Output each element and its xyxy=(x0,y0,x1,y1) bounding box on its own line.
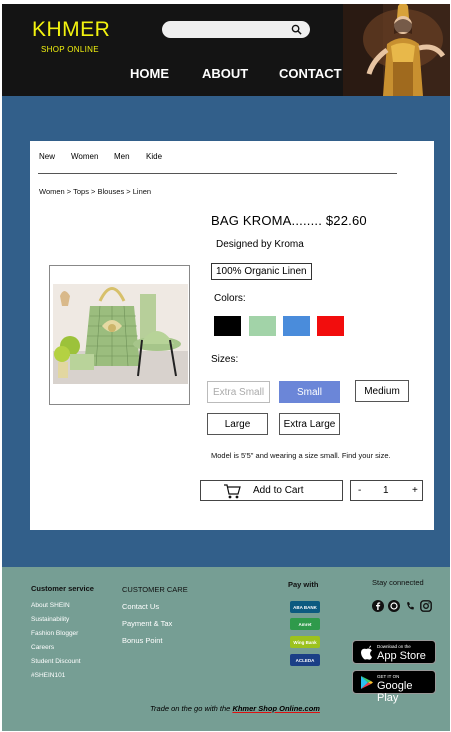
site-logo-subtitle: SHOP ONLINE xyxy=(41,45,99,54)
tabs-divider xyxy=(38,173,397,174)
size-extra-large-button[interactable]: Extra Large xyxy=(279,413,340,435)
sizes-label: Sizes: xyxy=(211,354,239,365)
footer-link-payment-tax[interactable]: Payment & Tax xyxy=(122,619,172,628)
footer-link-sustainability[interactable]: Sustainability xyxy=(31,616,69,623)
breadcrumb[interactable]: Women > Tops > Blouses > Linen xyxy=(39,187,151,196)
site-logo[interactable]: KHMER xyxy=(32,18,110,42)
nav-contact[interactable]: CONTACT xyxy=(279,66,342,81)
footer-link-shein101[interactable]: #SHEIN101 xyxy=(31,672,65,679)
footer-tagline: Trade on the go with the Khmer Shop Onli… xyxy=(150,704,320,713)
google-play-small-text: GET IT ON xyxy=(377,674,400,679)
google-play-button[interactable]: GET IT ON Google Play xyxy=(352,670,436,704)
pay-with-heading: Pay with xyxy=(288,580,319,589)
product-title: BAG KROMA........ $22.60 xyxy=(211,213,367,228)
size-large-button[interactable]: Large xyxy=(207,413,268,435)
app-store-big-text: App Store xyxy=(377,650,426,662)
product-card: New Women Men Kide Women > Tops > Blouse… xyxy=(30,141,434,530)
footer-link-student-discount[interactable]: Student Discount xyxy=(31,658,81,665)
site-header: KHMER SHOP ONLINE HOME ABOUT CONTACT xyxy=(2,4,450,96)
nav-about[interactable]: ABOUT xyxy=(202,66,248,81)
page: KHMER SHOP ONLINE HOME ABOUT CONTACT New… xyxy=(2,4,450,731)
stay-connected-heading: Stay connected xyxy=(372,578,424,587)
size-note: Model is 5'5" and wearing a size small. … xyxy=(211,451,391,460)
color-swatch-blue[interactable] xyxy=(283,316,310,336)
quantity-decrement-button[interactable]: - xyxy=(358,485,361,496)
google-play-big-text: Google Play xyxy=(377,680,413,704)
footer-link-fashion-blogger[interactable]: Fashion Blogger xyxy=(31,630,78,637)
product-image xyxy=(49,265,190,405)
search-input[interactable] xyxy=(162,21,310,38)
messenger-icon[interactable] xyxy=(388,600,400,612)
tab-kide[interactable]: Kide xyxy=(146,152,162,161)
color-swatch-black[interactable] xyxy=(214,316,241,336)
phone-icon[interactable] xyxy=(404,600,416,612)
tab-men[interactable]: Men xyxy=(114,152,130,161)
size-small-button[interactable]: Small xyxy=(279,381,340,403)
color-swatch-green[interactable] xyxy=(249,316,276,336)
quantity-value: 1 xyxy=(383,485,389,496)
tab-women[interactable]: Women xyxy=(71,152,98,161)
app-store-button[interactable]: Download on the App Store xyxy=(352,640,436,664)
search-icon[interactable] xyxy=(291,24,302,35)
tab-new[interactable]: New xyxy=(39,152,55,161)
color-swatch-red[interactable] xyxy=(317,316,344,336)
quantity-stepper[interactable]: - 1 + xyxy=(350,480,423,501)
nav-home[interactable]: HOME xyxy=(130,66,169,81)
customer-service-heading: Customer service xyxy=(31,584,94,593)
customer-care-heading: CUSTOMER CARE xyxy=(122,585,188,594)
size-extra-small-button[interactable]: Extra Small xyxy=(207,381,270,403)
pay-logo-amret: Amret xyxy=(290,618,320,630)
pay-logo-acleda: ACLEDA xyxy=(290,654,320,666)
footer-link-about[interactable]: About SHEIN xyxy=(31,602,70,609)
footer-link-bonus-point[interactable]: Bonus Point xyxy=(122,636,162,645)
app-store-small-text: Download on the xyxy=(377,644,411,649)
pay-logo-wing: Wing Bank xyxy=(290,636,320,648)
google-play-icon xyxy=(361,676,373,689)
cart-icon xyxy=(224,484,241,499)
pay-logo-aba: ABA BANK xyxy=(290,601,320,613)
quantity-increment-button[interactable]: + xyxy=(412,485,418,496)
colors-label: Colors: xyxy=(214,293,246,304)
facebook-icon[interactable] xyxy=(372,600,384,612)
footer-link-contact[interactable]: Contact Us xyxy=(122,602,159,611)
tagline-prefix: Trade on the go with the xyxy=(150,704,231,713)
product-material-tag: 100% Organic Linen xyxy=(211,263,312,280)
size-medium-button[interactable]: Medium xyxy=(355,380,409,402)
footer-link-careers[interactable]: Careers xyxy=(31,644,54,651)
apple-icon xyxy=(361,645,372,660)
product-designer: Designed by Kroma xyxy=(216,239,304,250)
hero-dancer-image xyxy=(343,4,450,96)
instagram-icon[interactable] xyxy=(420,600,432,612)
add-to-cart-label: Add to Cart xyxy=(253,485,304,496)
add-to-cart-button[interactable]: Add to Cart xyxy=(200,480,343,501)
tagline-brand-link[interactable]: Khmer Shop Online.com xyxy=(232,704,320,713)
